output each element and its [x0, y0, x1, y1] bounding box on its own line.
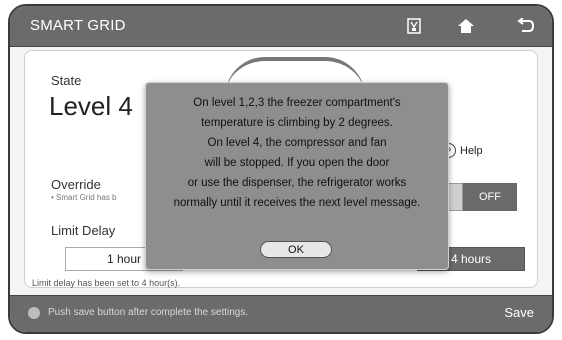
- dialog-line: temperature is climbing by 2 degrees.: [201, 117, 393, 129]
- device-screen: SMART GRID State Level 4 ? Help: [8, 4, 554, 334]
- home-icon[interactable]: [454, 14, 478, 38]
- dispenser-icon[interactable]: [402, 14, 426, 38]
- override-label: Override: [51, 177, 101, 192]
- limit-delay-status: Limit delay has been set to 4 hour(s).: [32, 278, 181, 288]
- dialog-message: On level 1,2,3 the freezer compartment's…: [152, 93, 442, 213]
- dialog-line: normally until it receives the next leve…: [173, 197, 421, 209]
- top-bar: SMART GRID: [10, 6, 552, 47]
- bottom-bar: Push save button after complete the sett…: [10, 295, 552, 332]
- override-off-toggle[interactable]: OFF: [463, 183, 517, 211]
- state-label: State: [51, 73, 82, 88]
- state-value: Level 4: [49, 91, 133, 121]
- back-icon[interactable]: [514, 14, 538, 38]
- dialog-line: or use the dispenser, the refrigerator w…: [187, 177, 407, 189]
- override-note: • Smart Grid has b: [51, 193, 117, 202]
- dialog-line: On level 4, the compressor and fan: [207, 137, 387, 149]
- info-icon: [28, 307, 40, 319]
- save-button[interactable]: Save: [504, 305, 534, 320]
- dialog-line: On level 1,2,3 the freezer compartment's: [193, 97, 401, 109]
- dialog-line: will be stopped. If you open the door: [204, 157, 390, 169]
- app-title: SMART GRID: [30, 17, 126, 34]
- save-hint: Push save button after complete the sett…: [48, 307, 249, 318]
- help-label: Help: [460, 144, 483, 157]
- limit-delay-label: Limit Delay: [51, 223, 116, 238]
- info-dialog: On level 1,2,3 the freezer compartment's…: [145, 82, 449, 270]
- ok-button[interactable]: OK: [260, 241, 332, 258]
